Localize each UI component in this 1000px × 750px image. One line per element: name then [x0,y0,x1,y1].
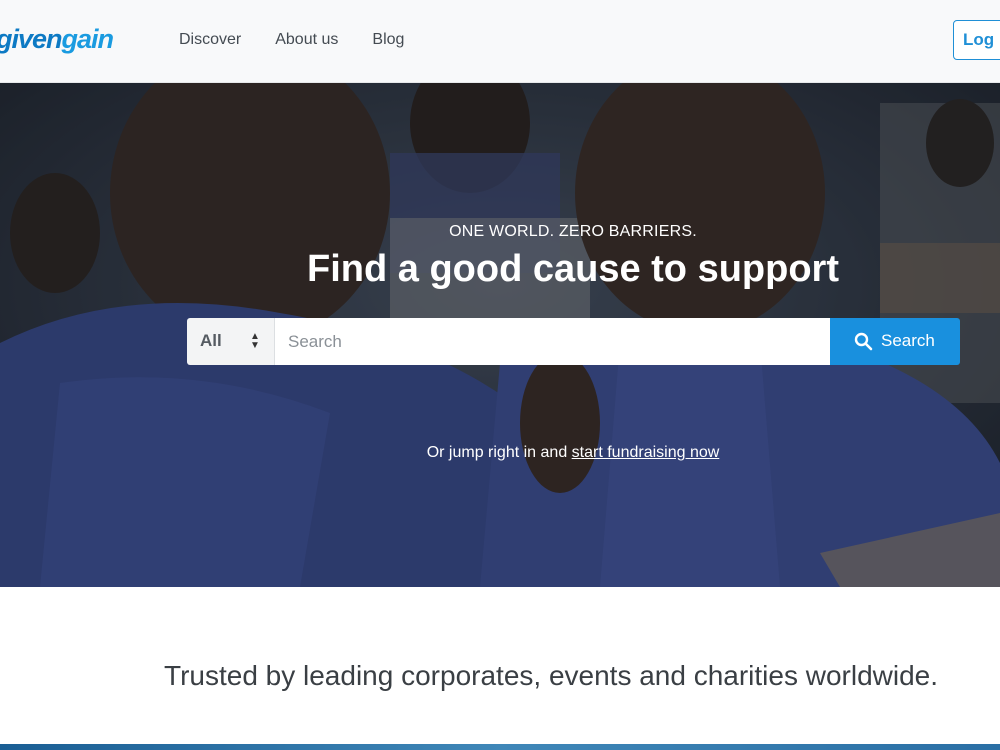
main-nav: Discover About us Blog [179,31,404,49]
trusted-by-heading: Trusted by leading corporates, events an… [164,660,939,691]
search-button-label: Search [881,331,935,350]
hero-headline: Find a good cause to support [307,248,839,290]
category-select-value: All [200,331,222,350]
login-button[interactable]: Log in [953,20,1000,60]
fundraising-prompt-text: Or jump right in and [426,444,572,461]
search-input[interactable]: Search [275,318,830,365]
logo-part-given: given [0,24,63,54]
search-icon [854,332,873,351]
cause-search-bar: All ▲ ▼ Search Search [187,318,960,365]
nav-blog[interactable]: Blog [372,31,404,49]
search-placeholder: Search [288,332,342,351]
hero-tagline: ONE WORLD. ZERO BARRIERS. [449,223,697,240]
nav-about-us[interactable]: About us [275,31,338,49]
next-section-edge [0,744,1000,750]
start-fundraising-link[interactable]: start fundraising now [572,444,720,461]
site-header: givengain Discover About us Blog Log in [0,0,1000,83]
select-arrows-icon: ▲ ▼ [250,331,260,351]
givengain-logo[interactable]: givengain [0,24,115,55]
nav-discover[interactable]: Discover [179,31,241,49]
fundraising-prompt: Or jump right in and start fundraising n… [0,444,1000,462]
logo-part-gain: gain [61,24,115,54]
hero-section: ONE WORLD. ZERO BARRIERS. Find a good ca… [0,83,1000,587]
search-button[interactable]: Search [830,318,960,365]
category-select[interactable]: All ▲ ▼ [187,318,275,365]
